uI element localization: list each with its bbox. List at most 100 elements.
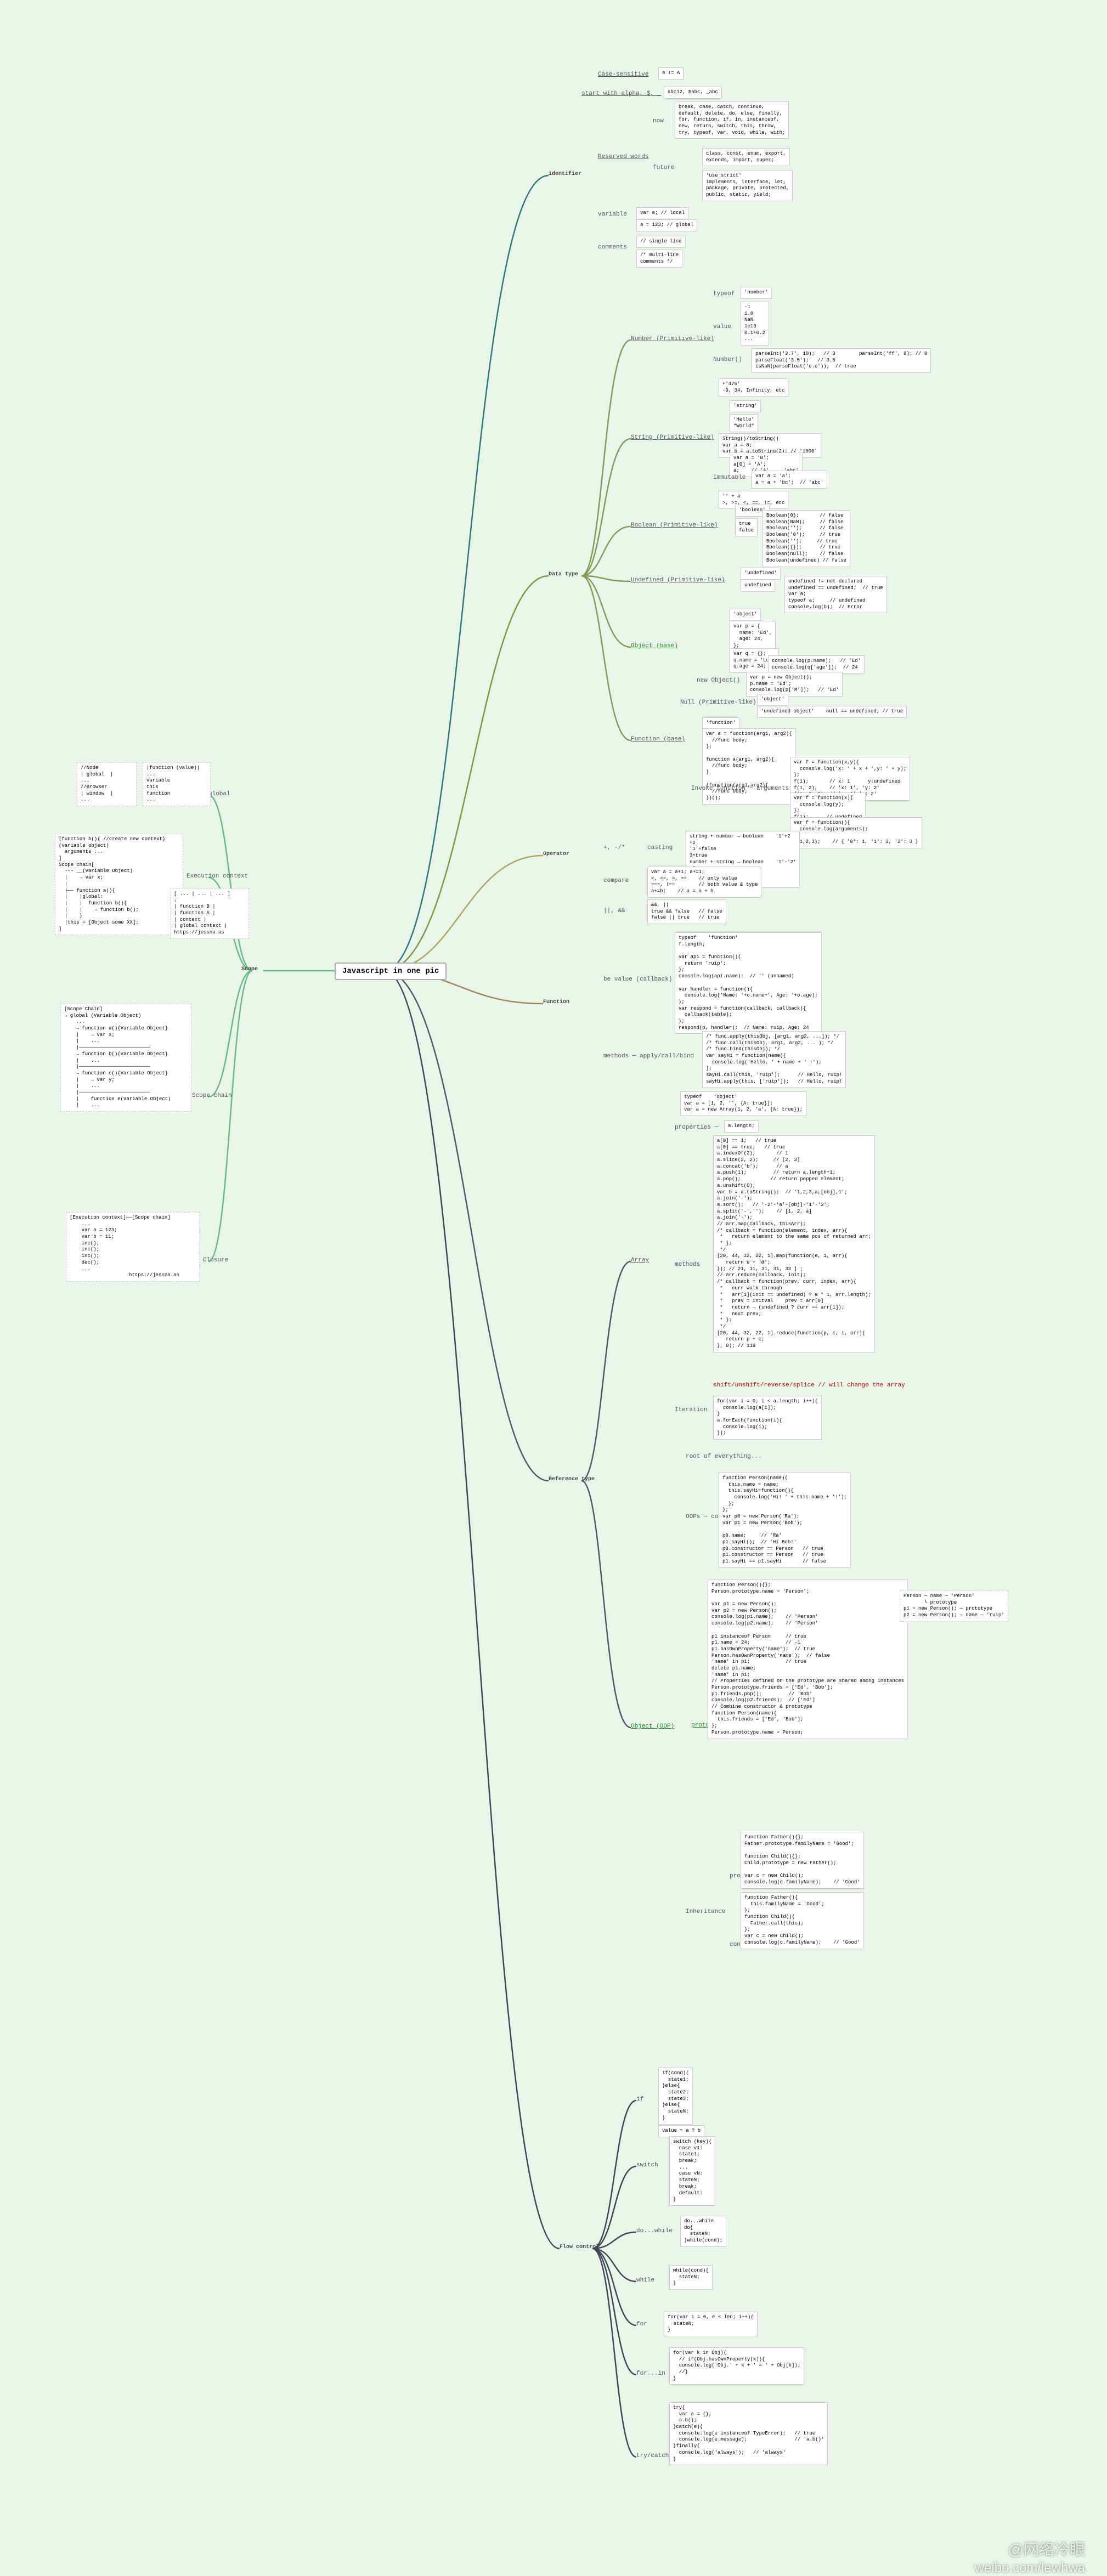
node-forin: for...in [636,2370,665,2377]
code-obj-typeof: 'object' [730,609,761,621]
code-dowhile: do...while do{ stateN; }while(cond); [680,2216,726,2247]
node-object-oop[interactable]: Object (OOP) [631,1723,674,1730]
code-while: while(cond){ stateN; } [669,2265,713,2290]
node-comments[interactable]: comments [598,244,627,251]
code-ternary: value = a ? b [658,2125,704,2137]
branch-scope[interactable]: Scope [241,966,258,972]
code-undef-notdecl: undefined != not declared undefined == u… [784,576,887,613]
node-variable[interactable]: variable [598,211,627,218]
code-string-immutable: var a = 'a'; a = a + 'bc'; // 'abc' [752,471,827,489]
branch-identifier[interactable]: identifier [549,171,581,177]
node-number-fn: Number() [713,356,742,363]
node-string-immutable: immutable [713,474,745,481]
code-forin: for(var k in Obj){ // if(Obj.hasOwnPrope… [669,2347,804,2385]
node-reserved-now: now [653,118,664,124]
branch-flow[interactable]: Flow control [560,2244,599,2250]
code-array-length: a.length; [724,1120,759,1133]
code-inh-protochain: function Father(){}; Father.prototype.fa… [741,1832,864,1889]
code-var-global: a = 123; // global [636,219,697,231]
node-array-methods: methods [675,1261,700,1268]
code-if: if(cond){ state1; }else{ state2; state3;… [658,2068,693,2125]
code-string-value: 'Hello' "World" [730,414,758,432]
node-reserved-future: future [653,165,675,171]
code-comment-multi: /* multi-line comments */ [636,250,682,268]
connector-lines [0,0,1107,2576]
node-op-compare: compare [603,877,629,884]
code-closure: [Execution context]──[Scope chain] ... v… [66,1212,200,1282]
node-reserved[interactable]: Reserved words [598,154,648,160]
node-root-everything: root of everything... [686,1453,762,1460]
node-op-casting: casting [647,845,673,851]
node-scopechain[interactable]: Scope chain [192,1092,232,1099]
code-null: 'undefined object' null == undefined; //… [757,706,907,718]
code-fn-create: var a = function(arg1, arg2){ //func bod… [702,728,796,805]
node-number-typeof: typeof [713,291,735,297]
code-reserved-now: break, case, catch, continue, default, d… [675,101,789,139]
node-op-plus: +, -/* [603,845,625,851]
code-null-typeof: 'object' [757,694,788,706]
code-number-value: -1 1.8 NaN 1e10 0.1+0.2 ... [741,302,769,346]
code-string-typeof: 'string' [730,400,761,412]
code-prototype-diagram: Person ─ name ─ 'Person' └ prototype p1 … [900,1590,1008,1622]
node-function-type[interactable]: Function (base) [631,736,685,743]
node-number-value: value [713,324,731,330]
code-start: abc12, $abc, _abc [664,87,722,99]
code-methods: /* func.apply(thisObj, [arg1, arg2, ...]… [702,1031,846,1088]
node-array-iterate: Iteration [675,1407,707,1413]
code-undef-value: undefined [741,580,775,592]
watermark-handle: @网络冷眼 [1008,2538,1085,2560]
node-dowhile: do...while [636,2228,673,2234]
node-for: for [636,2321,647,2328]
code-scope-global2: |function (value)| ... variable this fun… [143,762,211,806]
node-closure[interactable]: Closure [203,1257,228,1264]
node-methods: methods ─ apply/call/bind [603,1053,694,1060]
node-inheritance: Inheritance [686,1909,726,1915]
node-undefined[interactable]: Undefined (Primitive-like) [631,577,725,584]
node-array[interactable]: Array [631,1257,649,1264]
node-switch: switch [636,2162,658,2169]
code-array-iterate: for(var i = 0; i < a.length; i++){ conso… [713,1396,822,1440]
node-op-logic: ||, && [603,908,625,914]
code-construct: function Person(name){ this.name = name;… [719,1473,851,1568]
code-obj-console: console.log(p.name); // 'Ed' console.log… [768,655,865,673]
watermark-url: weibo.com/lewhwa [975,2561,1085,2576]
branch-operator[interactable]: Operator [543,851,569,857]
code-try: try{ var a = {}; a.b(); }catch(e){ conso… [669,2402,828,2465]
node-invoke: Invoke function ─ arguments [691,785,789,792]
code-array-methods: a[0] == 1; // true a[0] == true; // true… [713,1135,875,1352]
node-object[interactable]: Object (base) [631,643,678,649]
code-firstclass: typeof 'function' f.length; var api = fu… [675,932,822,1034]
code-exec: [function b(){ //create new context} (va… [55,834,183,935]
node-scope-global[interactable]: global [208,791,230,797]
code-op-logic: &&, || true && false // false false || t… [647,899,726,924]
code-bool-value: true false [735,518,758,536]
node-firstclass: be value (callback) [603,976,672,983]
code-number-plus: +'476' -0, 34, Infinity, etc [719,378,788,397]
node-startwith[interactable]: start with alpha, $, _ [581,90,661,97]
code-number-typeof: 'number' [741,287,772,299]
code-case: a != A [658,67,684,80]
node-exec-context[interactable]: Execution context [187,873,248,880]
code-fn-typeof: 'function' [702,717,739,729]
node-string[interactable]: String (Primitive-like) [631,434,714,441]
node-boolean[interactable]: Boolean (Primitive-like) [631,522,718,529]
code-scopechain: [Scope Chain] → global (Variable Object)… [60,1004,191,1112]
code-var-local: var a; // local [636,207,688,219]
code-switch: switch (key){ case v1: state1; break; ..… [669,2136,715,2206]
code-prototype: function Person(){}; Person.prototype.na… [708,1579,908,1739]
branch-reftype[interactable]: Reference type [549,1476,595,1482]
root-node[interactable]: Javascript in one pic [335,963,447,980]
code-bool-truthy: Boolean(0); // false Boolean(NaN); // fa… [763,510,850,567]
code-undef-typeof: 'undefined' [741,568,781,580]
node-if: if [636,2096,643,2103]
code-scope-global: //Node | global | ... //Browser | window… [77,762,137,806]
code-fn-args: var f = function(){ console.log(argument… [790,817,922,848]
node-number[interactable]: Number (Primitive-like) [631,336,714,342]
branch-datatype[interactable]: Data type [549,571,578,578]
node-array-length: properties ─ [675,1124,718,1131]
branch-function[interactable]: Function [543,999,569,1005]
code-inh-constructor: function Father(){ this.familyName = 'Go… [741,1892,864,1949]
code-reserved-always: class, const, enum, export, extends, imp… [702,148,790,166]
node-case[interactable]: Case-sensitive [598,71,648,78]
node-null[interactable]: Null (Primitive-like) [680,699,756,706]
